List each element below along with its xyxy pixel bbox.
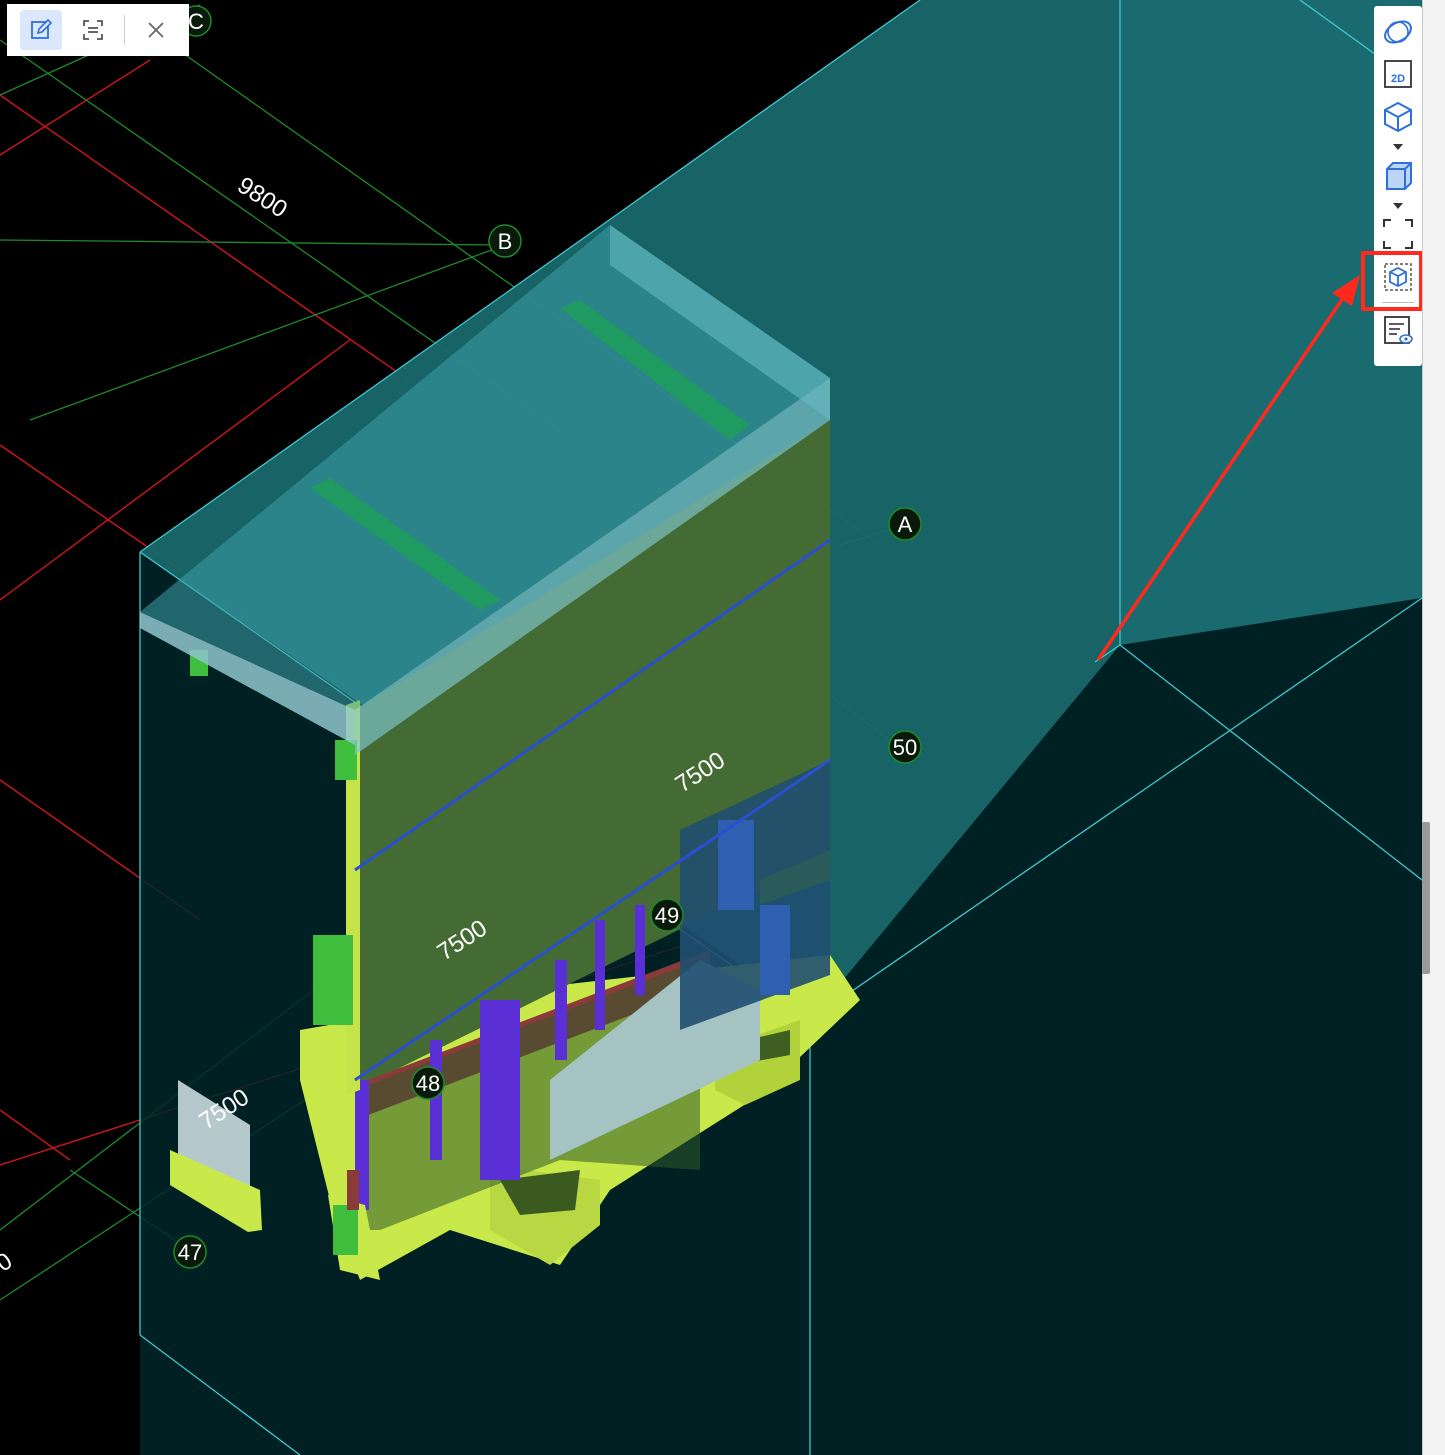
view-3d-dropdown-caret[interactable] (1393, 144, 1403, 150)
close-button[interactable] (135, 10, 177, 50)
edit-toolbar (7, 4, 189, 56)
model-3d-scene[interactable]: 9800 7500 7500 7500 0 C B A 50 49 48 47 (0, 0, 1422, 1455)
scan-button[interactable] (72, 10, 114, 50)
view-3d-icon (1384, 101, 1412, 133)
axis-bubble-a: A (888, 507, 922, 541)
right-side-panel-edge (1422, 0, 1445, 1455)
section-box-button[interactable] (1374, 257, 1422, 297)
svg-text:47: 47 (178, 1240, 202, 1265)
orbit-icon (1384, 20, 1412, 44)
view-3d-button[interactable] (1374, 97, 1422, 137)
svg-text:49: 49 (655, 903, 679, 928)
panel-scroll-handle[interactable] (1422, 822, 1430, 974)
axis-bubble-50: 50 (888, 730, 922, 764)
edit-icon (31, 18, 53, 39)
axis-bubble-b: B (488, 224, 522, 258)
svg-text:48: 48 (416, 1071, 440, 1096)
view-2d-button[interactable]: 2D (1374, 54, 1422, 94)
axis-bubble-48: 48 (411, 1066, 445, 1100)
toolbar-divider (1382, 302, 1414, 303)
toolbar-divider (124, 15, 125, 45)
section-box-icon (1384, 263, 1412, 291)
edit-button[interactable] (20, 10, 62, 50)
model-3d-viewport[interactable]: 9800 7500 7500 7500 0 C B A 50 49 48 47 (0, 0, 1422, 1455)
properties-view-button[interactable] (1374, 310, 1422, 350)
fit-extent-button[interactable] (1374, 214, 1422, 254)
svg-text:50: 50 (893, 735, 917, 760)
orbit-button[interactable] (1374, 12, 1422, 52)
svg-text:B: B (498, 229, 513, 254)
fit-extent-icon (1383, 219, 1413, 249)
axis-bubble-47: 47 (173, 1235, 207, 1269)
view-2d-icon: 2D (1384, 60, 1412, 88)
properties-view-icon (1384, 316, 1413, 344)
svg-text:A: A (898, 512, 913, 537)
close-icon (148, 22, 164, 38)
view-toolbar: 2D (1374, 6, 1422, 366)
box-solid-icon (1386, 162, 1412, 190)
scan-icon (83, 20, 103, 40)
svg-text:2D: 2D (1391, 73, 1405, 85)
svg-text:C: C (188, 9, 204, 34)
box-solid-button[interactable] (1374, 156, 1422, 196)
axis-bubble-49: 49 (650, 898, 684, 932)
box-solid-dropdown-caret[interactable] (1393, 203, 1403, 209)
